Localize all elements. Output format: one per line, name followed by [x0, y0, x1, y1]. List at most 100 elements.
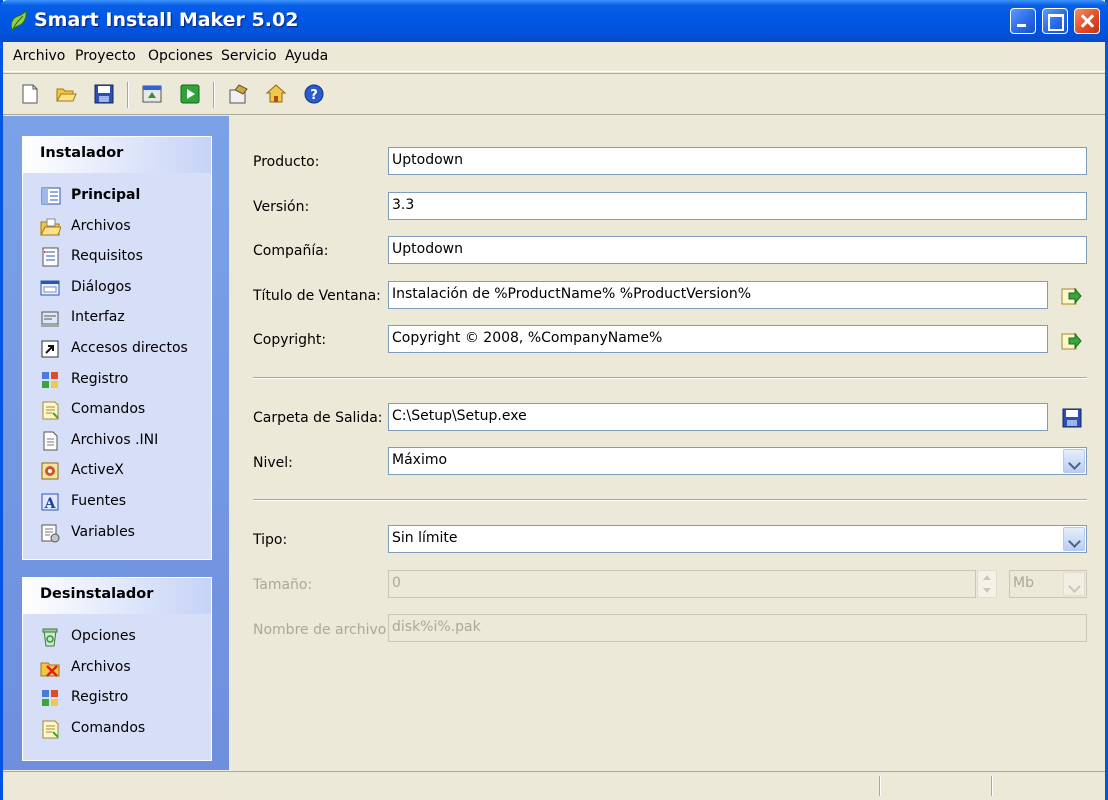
installer-item-label: Diálogos: [71, 278, 132, 295]
status-separator: [991, 776, 993, 796]
installer-item-label: Variables: [71, 523, 135, 540]
uninstaller-item-label: Comandos: [71, 719, 146, 736]
installer-item-label: ActiveX: [71, 462, 124, 479]
menu-bar: Archivo Proyecto Opciones Servicio Ayuda: [3, 42, 1105, 72]
save-icon[interactable]: [93, 83, 115, 105]
toolbar-separator: [213, 82, 215, 108]
folder-icon: [40, 218, 61, 236]
maximize-button[interactable]: [1042, 8, 1068, 34]
build-icon[interactable]: [141, 83, 163, 105]
svg-text:A: A: [44, 496, 57, 512]
uninstaller-group: Desinstalador Opciones Archivos Registro Co…: [22, 577, 212, 761]
status-separator: [879, 776, 881, 796]
uninstaller-group-title: Desinstalador: [23, 578, 211, 614]
status-bar: [3, 771, 1105, 800]
activex-icon: [41, 462, 59, 480]
shortcut-icon: [41, 340, 59, 358]
chevron-down-icon[interactable]: [1063, 449, 1085, 473]
ini-file-icon: [43, 431, 58, 451]
variables-icon: [41, 524, 60, 543]
close-button[interactable]: [1074, 8, 1100, 34]
window-title-field[interactable]: Instalación de %ProductName% %ProductVer…: [388, 281, 1048, 309]
save-icon[interactable]: [1060, 406, 1084, 430]
size-spinner[interactable]: [977, 570, 997, 598]
installer-item-label: Accesos directos: [71, 340, 188, 356]
installer-item-label: Archivos: [71, 217, 131, 234]
registry-icon: [42, 690, 58, 707]
menu-ayuda[interactable]: Ayuda: [285, 48, 328, 64]
spin-down-icon[interactable]: [983, 588, 991, 593]
toolbar-separator: [127, 82, 129, 108]
menu-proyecto[interactable]: Proyecto: [75, 48, 136, 64]
chevron-down-icon[interactable]: [1063, 527, 1085, 551]
sidebar: Instalador Principal Archivos Requisitos Di…: [3, 116, 229, 770]
installer-group-title: Instalador: [23, 137, 211, 173]
version-field[interactable]: 3.3: [388, 192, 1087, 220]
output-folder-field[interactable]: C:\Setup\Setup.exe: [388, 403, 1048, 431]
open-folder-icon[interactable]: [55, 83, 77, 105]
help-icon[interactable]: ?: [303, 83, 325, 105]
size-label: Tamaño:: [253, 577, 313, 593]
insert-variable-icon[interactable]: [1059, 284, 1083, 308]
svg-text:?: ?: [310, 88, 318, 103]
installer-item-label: Interfaz: [71, 309, 125, 326]
divider: [253, 499, 1087, 501]
installer-item-label: Registro: [71, 370, 129, 387]
filename-field[interactable]: disk%i%.pak: [388, 614, 1087, 642]
window-title: Smart Install Maker 5.02: [34, 9, 299, 31]
copyright-label: Copyright:: [253, 332, 327, 348]
company-field[interactable]: Uptodown: [388, 236, 1087, 264]
toolbar: ?: [3, 73, 1105, 115]
window-title-label: Título de Ventana:: [253, 288, 381, 304]
level-value: Máximo: [392, 452, 448, 468]
spin-up-icon[interactable]: [983, 575, 991, 580]
installer-item-label: Archivos .INI: [71, 431, 159, 448]
commands-icon: [42, 720, 59, 739]
run-icon[interactable]: [179, 83, 201, 105]
product-label: Producto:: [253, 154, 320, 170]
copyright-field[interactable]: Copyright © 2008, %CompanyName%: [388, 325, 1048, 353]
filename-label: Nombre de archivo:: [253, 622, 392, 638]
uninstaller-item-label: Opciones: [71, 628, 136, 644]
type-value: Sin límite: [392, 530, 458, 546]
dialogs-icon: [40, 280, 60, 296]
installer-item-label: Requisitos: [71, 248, 143, 265]
interface-icon: [41, 311, 59, 328]
installer-item-label: Fuentes: [71, 493, 127, 509]
home-icon[interactable]: [265, 83, 287, 105]
insert-variable-icon[interactable]: [1059, 329, 1083, 353]
company-label: Compañía:: [253, 243, 329, 259]
main-page-icon: [41, 187, 61, 205]
new-file-icon[interactable]: [19, 83, 41, 105]
recycle-icon: [42, 628, 58, 647]
size-unit-select[interactable]: Mb: [1009, 570, 1087, 598]
size-field[interactable]: 0: [388, 570, 976, 598]
application-window: Smart Install Maker 5.02 Archivo Proyect…: [0, 0, 1108, 800]
uninstaller-item-label: Registro: [71, 689, 129, 706]
level-label: Nivel:: [253, 455, 293, 471]
delete-files-icon: [40, 662, 60, 677]
checklist-icon: [42, 247, 59, 267]
divider: [253, 377, 1087, 379]
font-icon: A: [41, 493, 59, 512]
output-folder-label: Carpeta de Salida:: [253, 410, 383, 426]
installer-group: Instalador Principal Archivos Requisitos Di…: [22, 136, 212, 560]
type-select[interactable]: Sin límite: [388, 525, 1087, 553]
minimize-button[interactable]: [1010, 8, 1036, 34]
size-unit-value: Mb: [1013, 575, 1034, 591]
app-icon: [10, 10, 27, 31]
chevron-down-icon[interactable]: [1063, 572, 1085, 596]
menu-archivo[interactable]: Archivo: [13, 48, 65, 64]
main-panel: Producto: Uptodown Versión: 3.3 Compañía…: [231, 116, 1105, 770]
title-bar[interactable]: Smart Install Maker 5.02: [0, 0, 1108, 42]
menu-servicio[interactable]: Servicio: [221, 48, 277, 64]
level-select[interactable]: Máximo: [388, 447, 1087, 475]
product-field[interactable]: Uptodown: [388, 147, 1087, 175]
installer-item-label: Comandos: [71, 401, 146, 418]
uninstaller-item-label: Archivos: [71, 658, 131, 675]
installer-item-label: Principal: [71, 187, 141, 203]
menu-opciones[interactable]: Opciones: [148, 48, 213, 64]
options-icon[interactable]: [227, 83, 249, 105]
registry-icon: [42, 371, 58, 388]
commands-icon: [42, 401, 59, 420]
